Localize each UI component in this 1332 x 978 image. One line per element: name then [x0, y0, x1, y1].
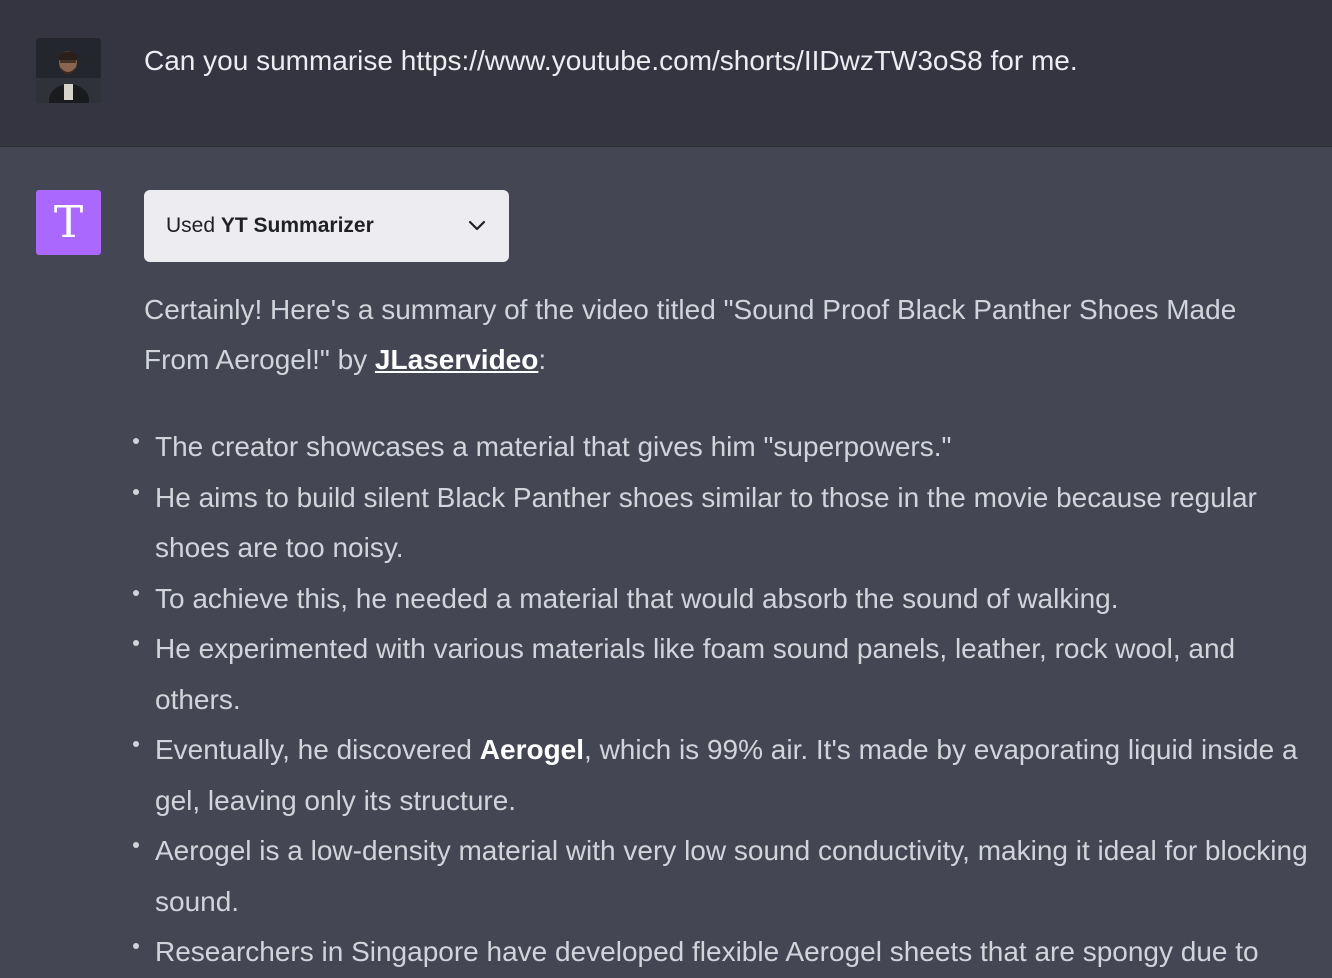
list-item: Researchers in Singapore have developed …	[133, 927, 1315, 978]
bullet-text: To achieve this, he needed a material th…	[155, 582, 1119, 614]
user-avatar	[36, 38, 101, 103]
assistant-message-row: T Used YT Summarizer Certainly! Here's a…	[0, 147, 1332, 967]
list-item: He aims to build silent Black Panther sh…	[133, 473, 1315, 574]
bullet-bold-term: Aerogel	[479, 734, 585, 765]
list-item: Eventually, he discovered Aerogel, which…	[133, 725, 1315, 826]
bullet-text: He aims to build silent Black Panther sh…	[155, 481, 1257, 564]
assistant-avatar: T	[36, 190, 101, 255]
user-avatar-image	[36, 38, 101, 103]
plugin-used-label: Used	[166, 214, 216, 237]
list-item: To achieve this, he needed a material th…	[133, 574, 1315, 625]
plugin-name: YT Summarizer	[220, 214, 374, 237]
summary-bullet-list: The creator showcases a material that gi…	[133, 422, 1315, 978]
bullet-text: Researchers in Singapore have developed …	[155, 936, 1259, 967]
bullet-text: Eventually, he discovered	[155, 734, 480, 765]
summary-intro: Certainly! Here's a summary of the video…	[144, 285, 1294, 385]
list-item: Aerogel is a low-density material with v…	[133, 826, 1315, 927]
list-item: He experimented with various materials l…	[133, 624, 1315, 725]
bullet-text: The creator showcases a material that gi…	[155, 431, 952, 462]
plugin-used-toggle[interactable]: Used YT Summarizer	[144, 190, 509, 262]
list-item: The creator showcases a material that gi…	[133, 422, 1315, 473]
summary-intro-colon: :	[538, 344, 547, 375]
channel-link[interactable]: JLaservideo	[375, 344, 538, 375]
bullet-text: He experimented with various materials l…	[155, 633, 1236, 715]
summary-intro-text: Certainly! Here's a summary of the video…	[144, 294, 1237, 375]
plugin-used-label-group: Used YT Summarizer	[166, 214, 374, 238]
bullet-text: Aerogel is a low-density material with v…	[155, 835, 1308, 917]
chevron-down-icon	[467, 216, 487, 236]
user-message-row: Can you summarise https://www.youtube.co…	[0, 0, 1332, 147]
user-message-text: Can you summarise https://www.youtube.co…	[144, 45, 1078, 76]
